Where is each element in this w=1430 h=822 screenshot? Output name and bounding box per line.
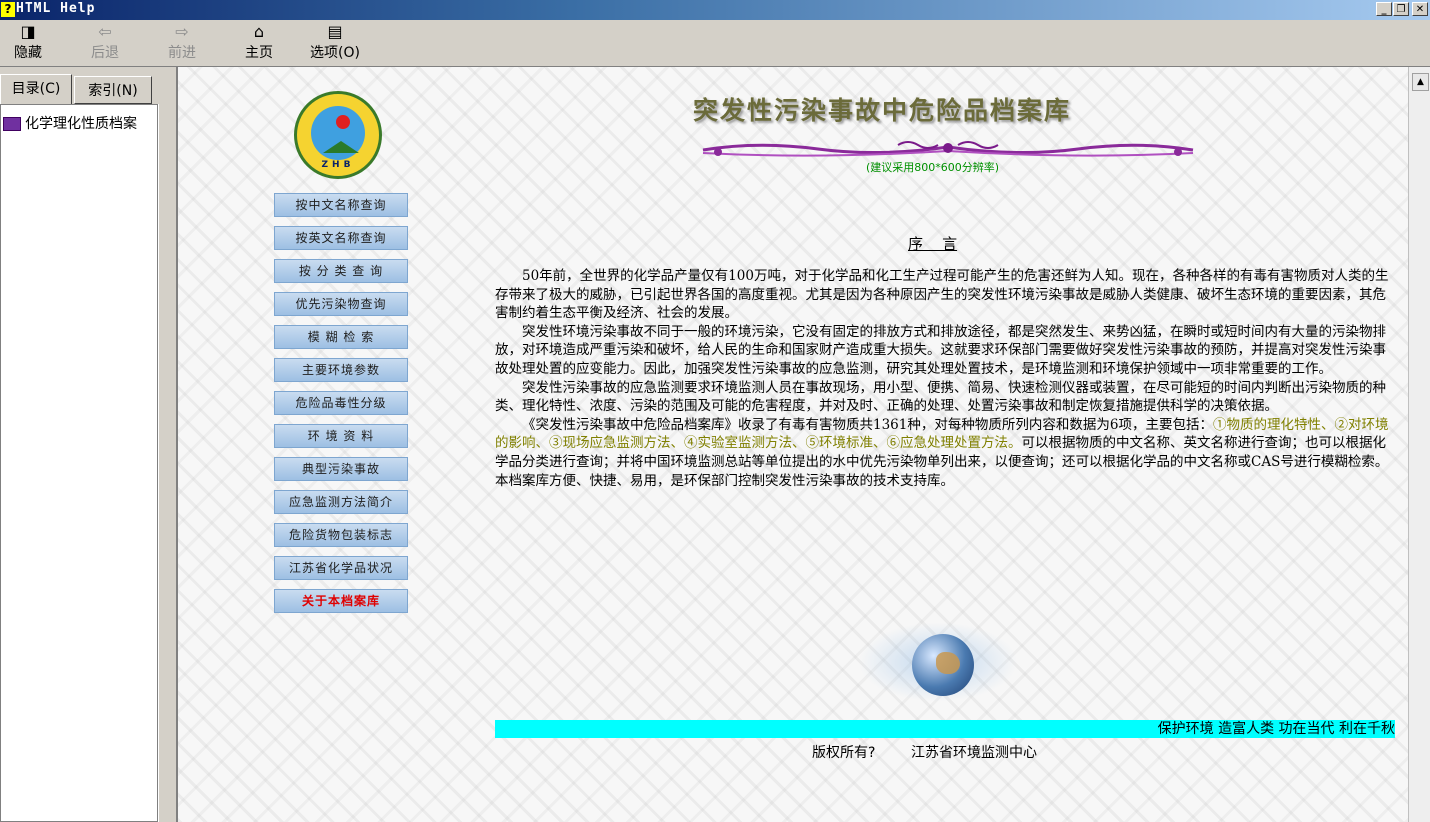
preface-text: 50年前，全世界的化学品产量仅有100万吨，对于化学品和化工生产过程可能产生的危…: [495, 267, 1393, 490]
nav-emergency-monitoring-methods[interactable]: 应急监测方法简介: [274, 490, 408, 514]
options-icon: ▤: [327, 22, 343, 41]
nav-environment-materials[interactable]: 环 境 资 料: [274, 424, 408, 448]
home-label: 主页: [245, 45, 273, 61]
copyright-text: 版权所有? 江苏省环境监测中心: [812, 745, 1038, 761]
nav-jiangsu-chemicals[interactable]: 江苏省化学品状况: [274, 556, 408, 580]
nav-english-name-query[interactable]: 按英文名称查询: [274, 226, 408, 250]
zhb-logo: ZHB: [294, 91, 382, 179]
maximize-button[interactable]: ❐: [1393, 2, 1409, 16]
options-button[interactable]: ▤ 选项(O): [302, 22, 368, 62]
home-button[interactable]: ⌂ 主页: [240, 22, 278, 62]
preface-heading: 序 言: [908, 235, 958, 253]
hide-button[interactable]: ◨ 隐藏: [10, 22, 46, 62]
ornament-divider-icon: [702, 141, 1194, 157]
scroll-up-arrow-icon[interactable]: ▲: [1412, 73, 1429, 91]
tab-index[interactable]: 索引(N): [74, 76, 152, 104]
paragraph-4: 《突发性污染事故中危险品档案库》收录了有毒有害物质共1361种，对每种物质所列内…: [495, 416, 1393, 490]
contents-tree: 化学理化性质档案: [0, 104, 158, 822]
book-icon: [3, 117, 21, 131]
close-button[interactable]: ✕: [1412, 2, 1428, 16]
tree-item-chemical-properties[interactable]: 化学理化性质档案: [3, 113, 137, 133]
nav-dangerous-goods-labels[interactable]: 危险货物包装标志: [274, 523, 408, 547]
hide-label: 隐藏: [14, 45, 42, 61]
nav-typical-accidents[interactable]: 典型污染事故: [274, 457, 408, 481]
options-label: 选项(O): [310, 45, 360, 61]
paragraph-1: 50年前，全世界的化学品产量仅有100万吨，对于化学品和化工生产过程可能产生的危…: [495, 268, 1389, 322]
window-title: HTML Help: [16, 1, 96, 16]
tab-contents[interactable]: 目录(C): [0, 74, 72, 104]
paragraph-4-intro: 《突发性污染事故中危险品档案库》收录了有毒有害物质共1361种，对每种物质所列内…: [522, 416, 1213, 433]
help-app-icon: ?: [1, 2, 15, 17]
forward-button[interactable]: ⇨ 前进: [163, 22, 201, 62]
minimize-button[interactable]: _: [1376, 2, 1392, 16]
back-button[interactable]: ⇦ 后退: [86, 22, 124, 62]
nav-environment-parameters[interactable]: 主要环境参数: [274, 358, 408, 382]
nav-category-query[interactable]: 按 分 类 查 询: [274, 259, 408, 283]
home-icon: ⌂: [253, 22, 265, 41]
back-arrow-icon: ⇦: [98, 22, 112, 41]
nav-chinese-name-query[interactable]: 按中文名称查询: [274, 193, 408, 217]
forward-arrow-icon: ⇨: [175, 22, 189, 41]
paragraph-3: 突发性污染事故的应急监测要求环境监测人员在事故现场，用小型、便携、简易、快速检测…: [495, 379, 1386, 415]
vertical-scrollbar[interactable]: ▲: [1408, 67, 1430, 822]
hide-icon: ◨: [20, 22, 36, 41]
marquee-text: 保护环境 造富人类 功在当代 利在千秋: [1157, 721, 1395, 737]
marquee-banner: 保护环境 造富人类 功在当代 利在千秋: [495, 720, 1395, 738]
toolbar: ◨ 隐藏 ⇦ 后退 ⇨ 前进 ⌂ 主页 ▤ 选项(O): [0, 20, 1430, 67]
title-bar: ? HTML Help _ ❐ ✕: [0, 0, 1430, 20]
back-label: 后退: [91, 45, 119, 61]
logo-text: ZHB: [321, 160, 355, 170]
pane-splitter[interactable]: [158, 104, 173, 822]
paragraph-2: 突发性环境污染事故不同于一般的环境污染，它没有固定的排放方式和排放途径，都是突然…: [495, 323, 1386, 377]
nav-fuzzy-search[interactable]: 模 糊 检 索: [274, 325, 408, 349]
forward-label: 前进: [168, 45, 196, 61]
globe-image: [858, 622, 1018, 702]
nav-about-database[interactable]: 关于本档案库: [274, 589, 408, 613]
resolution-note: (建议采用800*600分辨率): [866, 161, 1000, 174]
content-pane: ZHB 按中文名称查询 按英文名称查询 按 分 类 查 询 优先污染物查询 模 …: [176, 67, 1408, 822]
nav-toxicity-grading[interactable]: 危险品毒性分级: [274, 391, 408, 415]
page-title: 突发性污染事故中危险品档案库: [693, 96, 1072, 125]
tree-item-label: 化学理化性质档案: [25, 116, 137, 132]
nav-priority-pollutant-query[interactable]: 优先污染物查询: [274, 292, 408, 316]
